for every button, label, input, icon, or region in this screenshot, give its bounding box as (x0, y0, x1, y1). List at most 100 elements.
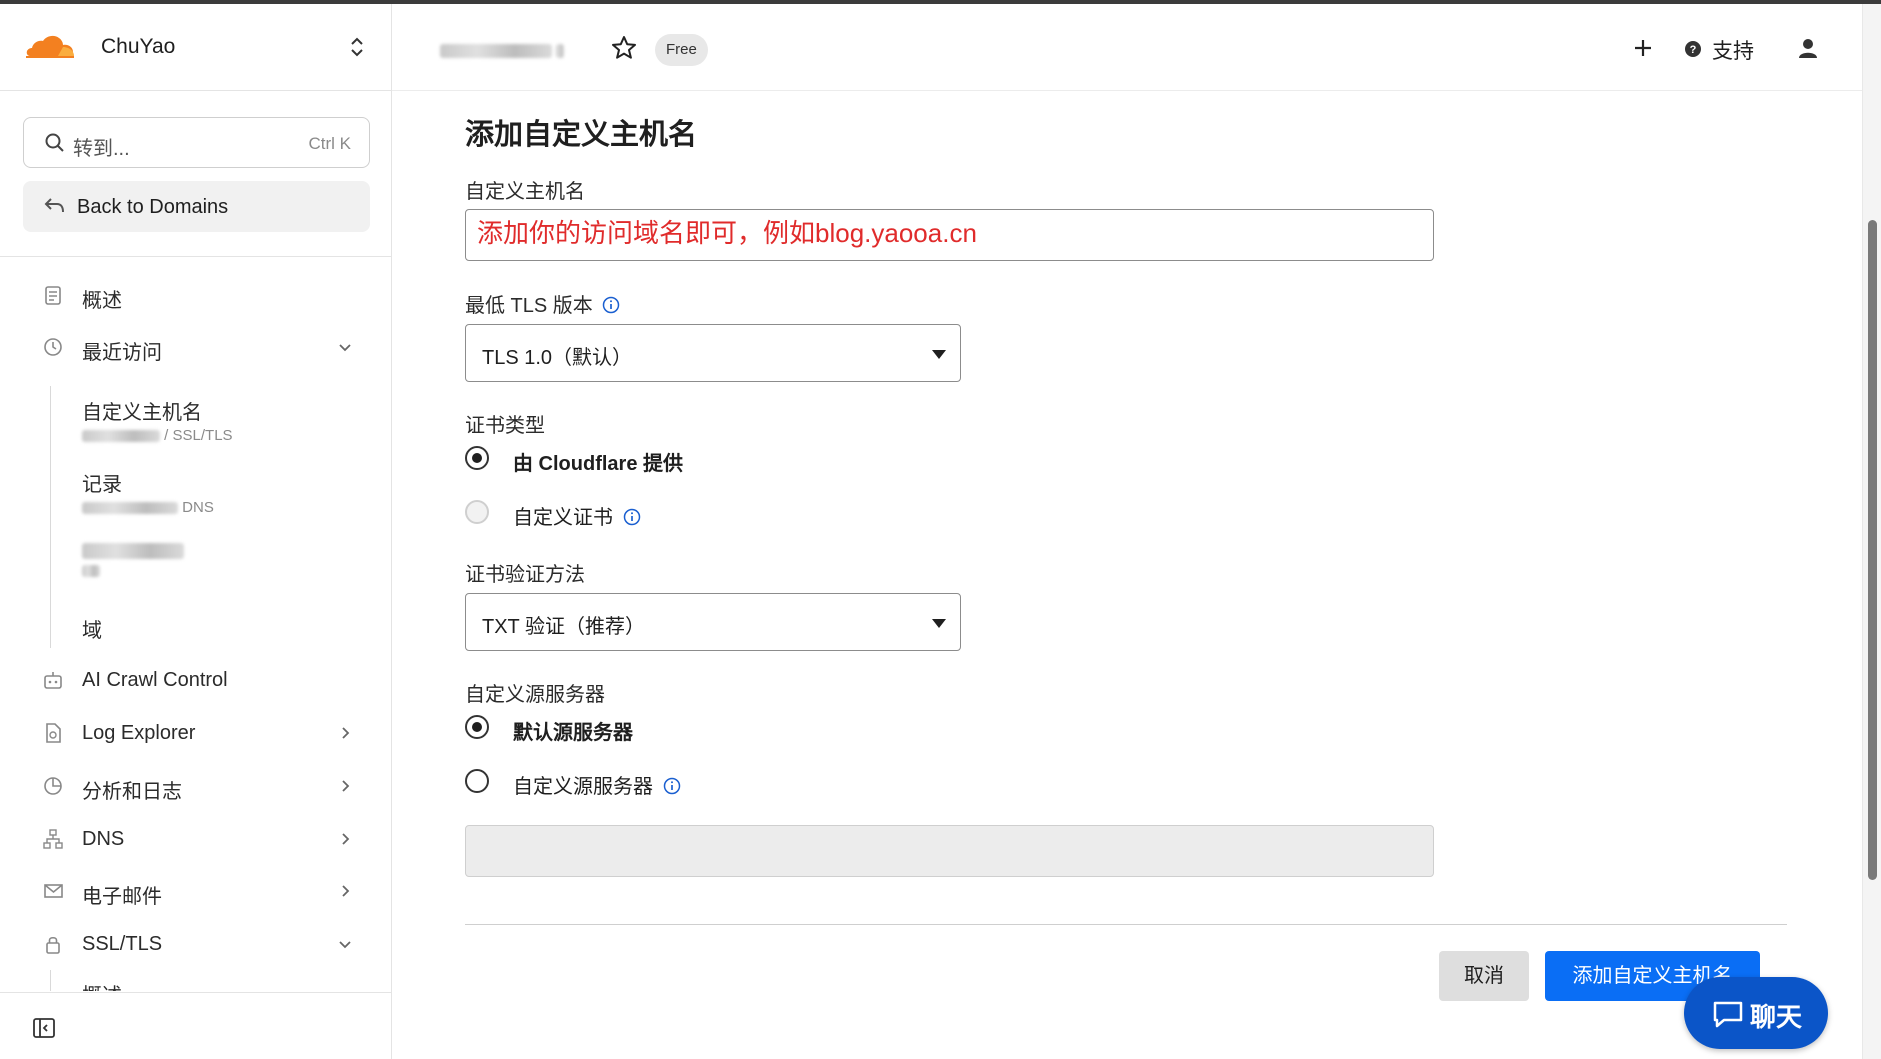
sub-nav-line (50, 970, 51, 991)
sidebar-item-label: DNS (82, 828, 125, 850)
tls-label-text: 最低 TLS 版本 (465, 295, 593, 317)
redacted-meta (82, 562, 372, 579)
sidebar-item-overview[interactable]: 概述 (0, 273, 391, 317)
back-arrow-icon (44, 198, 64, 213)
vertical-scrollbar[interactable] (1862, 4, 1881, 1059)
cert-option-cloudflare[interactable]: 由 Cloudflare 提供 (465, 444, 965, 475)
robot-icon (44, 672, 62, 689)
recent-item-title: 记录 (82, 474, 122, 496)
search-placeholder: 转到... (73, 138, 130, 160)
recent-item-meta: DNS (82, 499, 372, 516)
sidebar-item-label: AI Crawl Control (82, 669, 228, 691)
recent-item-section: SSL/TLS (172, 427, 233, 444)
sidebar-item-analytics[interactable]: 分析和日志 (0, 764, 391, 808)
collapse-sidebar-icon[interactable] (32, 1016, 56, 1040)
top-header: Free ? 支持 (392, 4, 1862, 91)
main-content: 添加自定义主机名 自定义主机名 添加你的访问域名即可，例如blog.yaooa.… (392, 91, 1862, 1059)
info-icon[interactable] (602, 296, 620, 314)
radio-label: 自定义证书 (513, 501, 641, 530)
chevron-down-icon (339, 344, 351, 352)
sidebar-item-label: 概述 (82, 290, 122, 312)
recent-item-meta: / SSL/TLS (82, 427, 372, 444)
chat-label: 聊天 (1750, 1002, 1803, 1032)
user-icon[interactable] (1796, 36, 1820, 60)
chevron-right-icon (342, 780, 350, 792)
radio-label-text: 自定义源服务器 (513, 776, 653, 798)
recent-item-title: 自定义主机名 (82, 402, 202, 424)
back-to-domains-button[interactable]: Back to Domains (23, 181, 370, 232)
sidebar-item-ssl-tls[interactable]: SSL/TLS (0, 922, 391, 966)
radio-label: 自定义源服务器 (513, 770, 681, 799)
radio-label: 由 Cloudflare 提供 (513, 453, 684, 475)
recent-item[interactable]: 域 (82, 614, 372, 643)
pie-chart-icon (44, 777, 62, 795)
plus-icon[interactable] (1632, 37, 1654, 59)
hostname-annotation: 添加你的访问域名即可，例如blog.yaooa.cn (477, 218, 977, 248)
scrollbar-thumb[interactable] (1868, 220, 1877, 880)
cancel-button[interactable]: 取消 (1439, 951, 1529, 1001)
sidebar-item-label: 电子邮件 (82, 886, 162, 908)
clipboard-icon (45, 286, 61, 305)
recent-item[interactable]: 自定义主机名 / SSL/TLS (82, 396, 372, 444)
cert-type-label: 证书类型 (465, 415, 545, 437)
sidebar-item-recent[interactable]: 最近访问 (0, 325, 391, 369)
select-value: TXT 验证（推荐） (482, 616, 645, 638)
network-icon (43, 829, 63, 849)
sidebar-item-label: 分析和日志 (82, 781, 182, 803)
recent-item[interactable] (82, 542, 372, 579)
search-icon (45, 133, 64, 152)
verification-method-select[interactable]: TXT 验证（推荐） (465, 593, 961, 651)
cert-option-custom[interactable]: 自定义证书 (465, 498, 965, 530)
svg-text:?: ? (1690, 44, 1697, 56)
chat-button[interactable]: 聊天 (1684, 977, 1828, 1049)
info-icon[interactable] (663, 777, 681, 795)
plan-badge: Free (655, 34, 708, 66)
chevron-right-icon (342, 885, 350, 897)
star-icon[interactable] (610, 34, 638, 62)
radio-selected[interactable] (465, 715, 489, 739)
radio-disabled[interactable] (465, 500, 489, 524)
sub-nav-line (50, 386, 51, 648)
dropdown-arrow-icon (932, 619, 946, 628)
verify-label: 证书验证方法 (465, 564, 585, 586)
custom-hostname-input[interactable]: 添加你的访问域名即可，例如blog.yaooa.cn (465, 209, 1434, 261)
info-icon[interactable] (623, 508, 641, 526)
page-title: 添加自定义主机名 (465, 119, 698, 151)
select-value: TLS 1.0（默认） (482, 347, 633, 369)
subitem-label: 概述 (82, 979, 372, 991)
document-search-icon (46, 723, 61, 743)
chevron-updown-icon[interactable] (346, 34, 368, 60)
recent-item-title: 域 (82, 620, 102, 642)
tls-label: 最低 TLS 版本 (465, 289, 620, 318)
chevron-down-icon (339, 941, 351, 949)
sidebar-item-ai-crawl-control[interactable]: AI Crawl Control (0, 658, 391, 702)
sidebar-item-dns[interactable]: DNS (0, 817, 391, 861)
account-switcher[interactable]: ChuYao (0, 4, 391, 91)
recent-item[interactable]: 记录 DNS (82, 468, 372, 516)
support-link[interactable]: 支持 (1712, 35, 1754, 65)
origin-option-default[interactable]: 默认源服务器 (465, 713, 965, 744)
sidebar-item-log-explorer[interactable]: Log Explorer (0, 711, 391, 755)
radio-label: 默认源服务器 (513, 722, 633, 744)
account-name: ChuYao (101, 35, 176, 58)
recent-item-section: DNS (182, 499, 214, 516)
origin-label: 自定义源服务器 (465, 684, 605, 706)
zone-name-redacted[interactable] (440, 42, 565, 60)
sidebar-subitem-ssl-overview[interactable]: 概述 (82, 979, 372, 991)
hostname-label: 自定义主机名 (465, 181, 585, 203)
mail-icon (44, 884, 63, 898)
radio-selected[interactable] (465, 446, 489, 470)
sidebar-item-label: SSL/TLS (82, 933, 163, 955)
search-input[interactable]: 转到... Ctrl K (23, 117, 370, 168)
radio-label-text: 自定义证书 (513, 507, 613, 529)
chevron-right-icon (342, 727, 350, 739)
redacted-title (82, 542, 372, 560)
chevron-right-icon (342, 833, 350, 845)
origin-option-custom[interactable]: 自定义源服务器 (465, 767, 965, 799)
radio-unselected[interactable] (465, 769, 489, 793)
min-tls-select[interactable]: TLS 1.0（默认） (465, 324, 961, 382)
sidebar-item-label: 最近访问 (82, 342, 162, 364)
dropdown-arrow-icon (932, 350, 946, 359)
custom-origin-input (465, 825, 1434, 877)
sidebar-item-email[interactable]: 电子邮件 (0, 869, 391, 913)
